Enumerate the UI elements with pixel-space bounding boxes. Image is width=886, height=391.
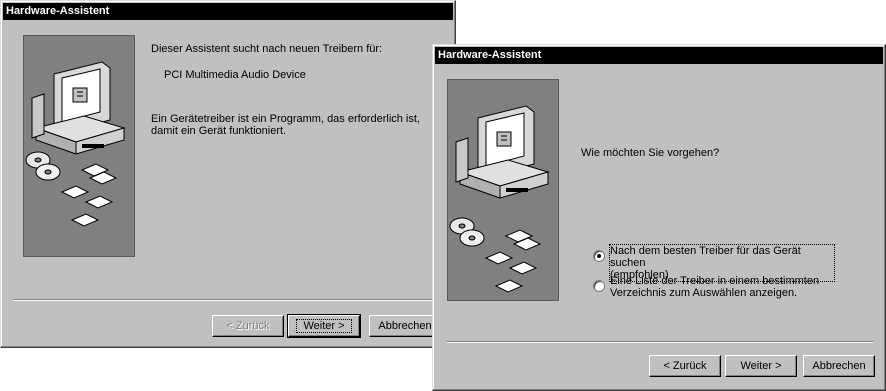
option-2-line-1: Eine Liste der Treiber in einem bestimmt…: [610, 275, 820, 287]
back-button[interactable]: < Zurück: [212, 315, 284, 337]
title-bar[interactable]: Hardware-Assistent: [435, 47, 883, 64]
radio-driver-list-label[interactable]: Eine Liste der Treiber in einem bestimmt…: [610, 275, 834, 299]
option-2-line-2: Verzeichnis zum Auswählen anzeigen.: [610, 287, 798, 299]
device-name: PCI Multimedia Audio Device: [164, 69, 306, 81]
description-line-2: damit ein Gerät funktioniert.: [151, 125, 287, 137]
option-1-line-1: Nach dem besten Treiber für das Gerät su…: [610, 245, 801, 269]
next-button[interactable]: Weiter >: [725, 355, 797, 377]
wizard-window-2: Hardware-Assistent Wie möchten Sie vorge…: [432, 44, 886, 391]
radio-best-driver[interactable]: [593, 250, 605, 262]
radio-driver-list[interactable]: [593, 280, 605, 292]
separator: [13, 299, 443, 301]
wizard-illustration: [23, 35, 135, 257]
title-bar[interactable]: Hardware-Assistent: [3, 3, 453, 20]
separator: [447, 341, 873, 343]
wizard-illustration: [447, 79, 559, 301]
back-button[interactable]: < Zurück: [649, 355, 721, 377]
intro-text: Dieser Assistent sucht nach neuen Treibe…: [151, 43, 383, 55]
question-text: Wie möchten Sie vorgehen?: [581, 147, 720, 159]
wizard-window-1: Hardware-Assistent Dieser Assistent such…: [0, 0, 456, 348]
cancel-button[interactable]: Abbrechen: [369, 315, 441, 337]
floppy-disk-icon: [60, 163, 118, 227]
floppy-disk-icon: [484, 229, 542, 293]
window-title: Hardware-Assistent: [6, 5, 110, 17]
window-title: Hardware-Assistent: [438, 49, 542, 61]
next-button[interactable]: Weiter >: [287, 314, 361, 338]
cancel-button[interactable]: Abbrechen: [803, 355, 875, 377]
next-button-label: Weiter >: [296, 319, 352, 333]
